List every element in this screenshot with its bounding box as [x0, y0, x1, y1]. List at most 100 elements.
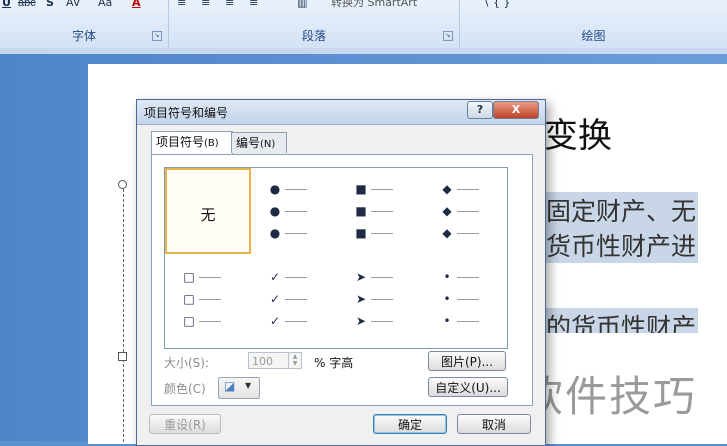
bullet-line-rule: [457, 189, 479, 190]
color-label: 颜色(C): [164, 382, 206, 396]
cancel-button[interactable]: 取消: [457, 414, 531, 434]
strikethrough-button[interactable]: abc: [18, 0, 36, 12]
checkmark-bullet-icon: ✓: [269, 292, 281, 306]
tab-numbering-hotkey: (N): [260, 139, 276, 150]
bullets-panel: 无 ● ● ● ■ ■ ■ ◆ ◆ ◆ □ □ □ ✓ ✓ ✓ ➤ ➤ ➤ • …: [151, 154, 533, 406]
filled-diamond-bullet-icon: ◆: [442, 204, 452, 218]
paragraph-group: ≡ ≡ ≡ ≡ ▥ 转换为 SmartArt 段落 ↘: [169, 0, 460, 48]
columns-icon[interactable]: ▥: [297, 0, 307, 12]
bullet-line-rule: [371, 299, 393, 300]
bullet-line-rule: [371, 189, 393, 190]
bullet-line-rule: [199, 321, 221, 322]
bullet-line-rule: [285, 233, 307, 234]
spinner-arrows-icon[interactable]: ▲ ▼: [288, 353, 301, 368]
customize-button[interactable]: 自定义(U)...: [428, 377, 508, 397]
filled-square-bullet-icon: ■: [355, 226, 367, 240]
filled-diamond-bullet-icon: ◆: [442, 182, 452, 196]
tab-numbering-label: 编号: [236, 136, 261, 150]
align-left-icon[interactable]: ≡: [177, 0, 186, 12]
shapes-icon[interactable]: ⌒ ∖ { } ⌒: [468, 0, 525, 12]
watermark-text: 软件技巧: [521, 372, 698, 421]
slide-heading[interactable]: 变换: [544, 108, 612, 157]
textbox-selection-frame[interactable]: [123, 184, 134, 442]
selection-handle[interactable]: [118, 352, 127, 361]
bullet-option-small-dot[interactable]: • • •: [423, 262, 509, 348]
character-spacing-button[interactable]: AV: [66, 0, 80, 12]
ribbon: U abc S AV Aa A 字体 ↘ ≡ ≡ ≡ ≡ ▥ 转换为 Smart…: [0, 0, 727, 49]
bullet-line-rule: [199, 277, 221, 278]
shadow-button[interactable]: S: [46, 0, 54, 12]
color-picker-button[interactable]: ◪ ▼: [218, 377, 260, 399]
bullet-option-arrow[interactable]: ➤ ➤ ➤: [337, 262, 423, 348]
bullet-line-rule: [457, 277, 479, 278]
filled-diamond-bullet-icon: ◆: [442, 226, 452, 240]
tab-bullets[interactable]: 项目符号(B): [151, 131, 233, 154]
bullet-line-rule: [457, 211, 479, 212]
bullet-line-rule: [371, 321, 393, 322]
filled-circle-bullet-icon: ●: [269, 226, 281, 240]
help-button[interactable]: ?: [467, 101, 493, 119]
tab-bullets-label: 项目符号: [156, 135, 205, 149]
checkmark-bullet-icon: ✓: [269, 314, 281, 328]
bullet-option-filled-diamond[interactable]: ◆ ◆ ◆: [423, 168, 509, 254]
reset-button[interactable]: 重设(R): [149, 414, 221, 434]
size-spinner[interactable]: 100 ▲ ▼: [248, 352, 302, 369]
underline-button[interactable]: U: [2, 0, 11, 12]
checkmark-bullet-icon: ✓: [269, 270, 281, 284]
close-button[interactable]: X: [493, 101, 539, 119]
bullet-line-rule: [457, 233, 479, 234]
arrow-bullet-icon: ➤: [355, 314, 367, 328]
body-text-line-1[interactable]: 固定财产、无: [544, 192, 699, 228]
bullet-option-filled-square[interactable]: ■ ■ ■: [337, 168, 423, 254]
dialog-title: 项目符号和编号: [144, 106, 229, 120]
none-label: 无: [200, 206, 216, 224]
bullet-option-hollow-square[interactable]: □ □ □: [165, 262, 251, 348]
body-text-line-2[interactable]: 货币性财产进: [544, 227, 699, 263]
bullets-and-numbering-dialog: 项目符号和编号 ? X 项目符号(B) 编号(N) 无 ● ● ● ■ ■ ■: [136, 99, 546, 446]
align-center-icon[interactable]: ≡: [201, 0, 210, 12]
bullet-line-rule: [199, 299, 221, 300]
size-label: 大小(S):: [164, 356, 210, 370]
bullet-line-rule: [457, 299, 479, 300]
justify-icon[interactable]: ≡: [249, 0, 258, 12]
convert-to-smartart-button[interactable]: 转换为 SmartArt: [331, 0, 417, 12]
font-group-label: 字体: [71, 29, 96, 43]
filled-circle-bullet-icon: ●: [269, 182, 281, 196]
hollow-square-bullet-icon: □: [183, 270, 195, 284]
paragraph-group-label: 段落: [301, 29, 326, 43]
drawing-group: ⌒ ∖ { } ⌒ 绘图: [460, 0, 727, 48]
color-row: 颜色(C) ◪ ▼: [164, 377, 364, 399]
bullet-line-rule: [457, 321, 479, 322]
ok-button[interactable]: 确定: [373, 414, 447, 434]
chevron-down-icon: ▼: [245, 381, 252, 390]
filled-square-bullet-icon: ■: [355, 204, 367, 218]
bullet-line-rule: [371, 277, 393, 278]
drawing-group-label: 绘图: [581, 29, 606, 43]
paragraph-dialog-launcher-icon[interactable]: ↘: [443, 31, 453, 41]
bullet-option-none[interactable]: 无: [165, 168, 251, 254]
bullet-line-rule: [285, 299, 307, 300]
bullet-option-checkmark[interactable]: ✓ ✓ ✓: [251, 262, 337, 348]
bullet-line-rule: [285, 277, 307, 278]
change-case-button[interactable]: Aa: [98, 0, 112, 12]
paint-bucket-icon: ◪: [224, 379, 236, 393]
bullet-line-rule: [285, 189, 307, 190]
arrow-bullet-icon: ➤: [355, 270, 367, 284]
small-dot-bullet-icon: •: [443, 270, 451, 284]
bullet-line-rule: [371, 233, 393, 234]
tab-numbering[interactable]: 编号(N): [231, 132, 287, 153]
font-dialog-launcher-icon[interactable]: ↘: [152, 31, 162, 41]
dialog-titlebar[interactable]: 项目符号和编号 ? X: [137, 100, 545, 125]
tab-bullets-hotkey: (B): [204, 138, 219, 149]
selection-handle[interactable]: [118, 180, 127, 189]
font-color-button[interactable]: A: [132, 0, 141, 12]
bullet-line-rule: [285, 211, 307, 212]
picture-button[interactable]: 图片(P)...: [428, 351, 506, 371]
arrow-bullet-icon: ➤: [355, 292, 367, 306]
hollow-square-bullet-icon: □: [183, 314, 195, 328]
font-group: U abc S AV Aa A 字体 ↘: [0, 0, 169, 48]
small-dot-bullet-icon: •: [443, 292, 451, 306]
bullet-option-filled-circle[interactable]: ● ● ●: [251, 168, 337, 254]
align-right-icon[interactable]: ≡: [225, 0, 234, 12]
hollow-square-bullet-icon: □: [183, 292, 195, 306]
